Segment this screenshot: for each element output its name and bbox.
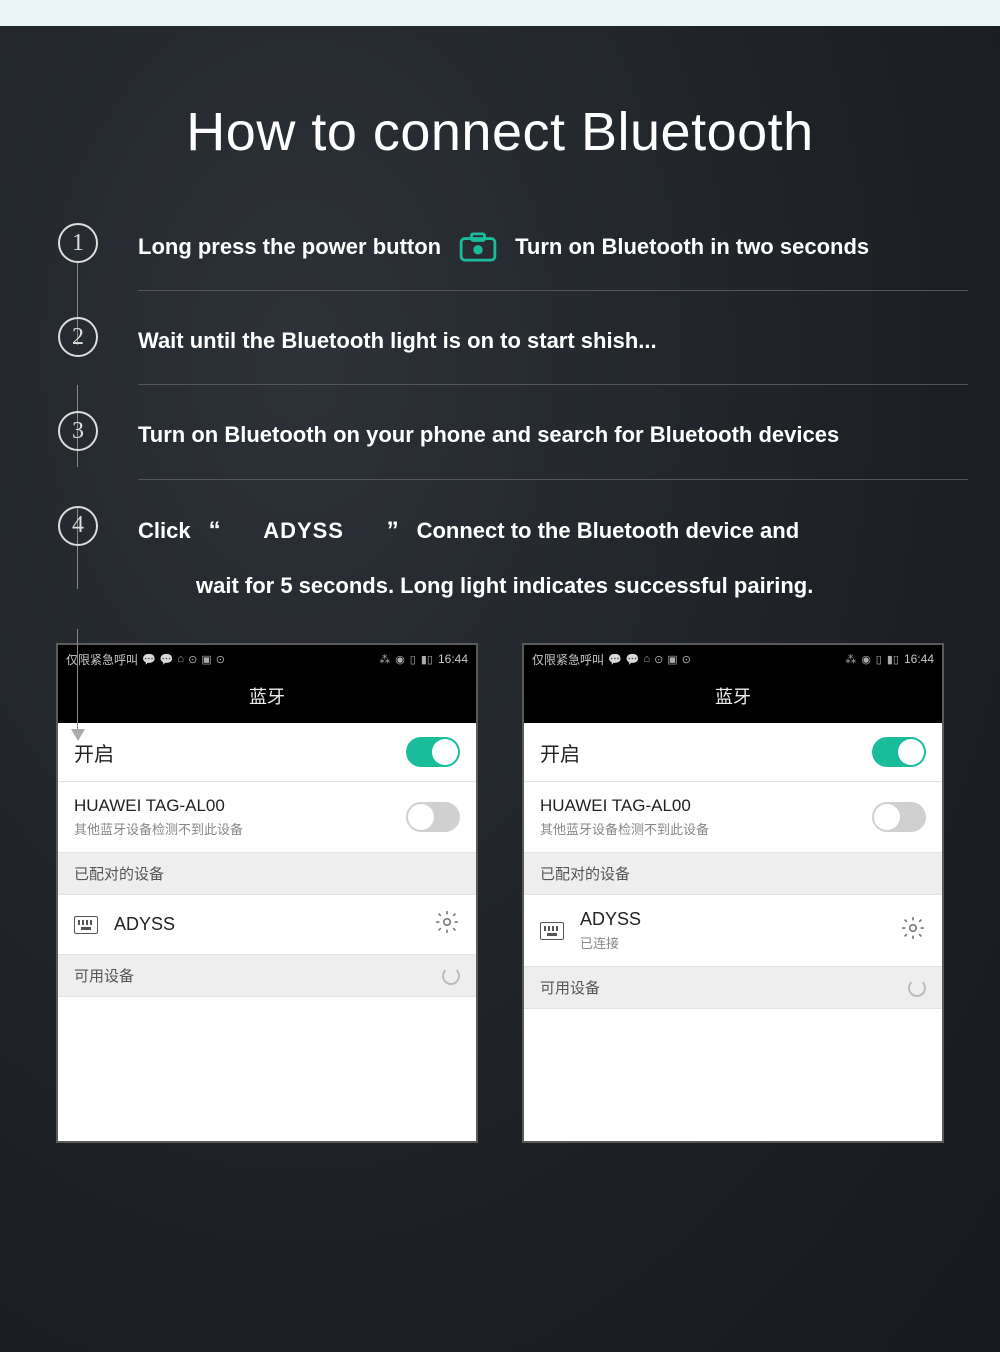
phone-screenshot-right: 仅限紧急呼叫 💬 💬 ⌂ ⊙ ▣ ⊙ ⁂ ◉ ▯ ▮▯ 16:44 蓝牙 bbox=[522, 643, 944, 1143]
row-label: 开启 bbox=[540, 738, 580, 767]
step-text: Turn on Bluetooth in two seconds bbox=[515, 229, 869, 264]
device-name-row[interactable]: HUAWEI TAG-AL00 其他蓝牙设备检测不到此设备 bbox=[524, 782, 942, 853]
step-number: 2 bbox=[58, 317, 98, 357]
row-subtext: 其他蓝牙设备检测不到此设备 bbox=[540, 819, 709, 838]
screen-title: 蓝牙 bbox=[524, 673, 942, 723]
notif-icon: ⌂ bbox=[177, 653, 184, 665]
gear-icon[interactable] bbox=[434, 909, 460, 940]
notif-icon: 💬 bbox=[142, 653, 156, 666]
quote-open: “ bbox=[209, 512, 221, 550]
step-text: Long press the power button bbox=[138, 229, 441, 264]
gear-icon[interactable] bbox=[900, 915, 926, 946]
battery-icon: ▮▯ bbox=[887, 653, 899, 666]
signal-icon: ▯ bbox=[410, 653, 416, 666]
paired-header: 已配对的设备 bbox=[58, 853, 476, 895]
status-time: 16:44 bbox=[904, 652, 934, 666]
battery-icon: ▮▯ bbox=[421, 653, 433, 666]
statusbar: 仅限紧急呼叫 💬 💬 ⌂ ⊙ ▣ ⊙ ⁂ ◉ ▯ ▮▯ 16:44 bbox=[524, 645, 942, 673]
status-time: 16:44 bbox=[438, 652, 468, 666]
keyboard-icon bbox=[74, 916, 98, 934]
row-label: 开启 bbox=[74, 738, 114, 767]
bluetooth-icon: ⁂ bbox=[845, 653, 856, 666]
paired-header: 已配对的设备 bbox=[524, 853, 942, 895]
step-number: 1 bbox=[58, 223, 98, 263]
available-header: 可用设备 bbox=[58, 955, 476, 997]
empty-space bbox=[58, 997, 476, 1141]
status-text: 仅限紧急呼叫 bbox=[532, 651, 604, 668]
keyboard-icon bbox=[540, 922, 564, 940]
step-text: wait for 5 seconds. Long light indicates… bbox=[58, 568, 1000, 603]
notif-icon: 💬 bbox=[608, 653, 622, 666]
signal-icon: ▯ bbox=[876, 653, 882, 666]
bluetooth-icon: ⁂ bbox=[379, 653, 390, 666]
section-label: 已配对的设备 bbox=[74, 863, 164, 884]
loading-icon bbox=[908, 979, 926, 997]
step-2: 2 Wait until the Bluetooth light is on t… bbox=[58, 317, 1000, 358]
wifi-icon: ◉ bbox=[395, 653, 405, 666]
screen-title: 蓝牙 bbox=[58, 673, 476, 723]
toggle-on[interactable] bbox=[406, 737, 460, 767]
divider bbox=[138, 479, 968, 480]
arrow-down-icon bbox=[71, 729, 85, 741]
device-name-row[interactable]: HUAWEI TAG-AL00 其他蓝牙设备检测不到此设备 bbox=[58, 782, 476, 853]
notif-icon: ⊙ bbox=[654, 653, 663, 666]
bluetooth-enable-row[interactable]: 开启 bbox=[524, 723, 942, 782]
toggle-off[interactable] bbox=[406, 802, 460, 832]
notif-icon: ⌂ bbox=[643, 653, 650, 665]
phone-screenshot-left: 仅限紧急呼叫 💬 💬 ⌂ ⊙ ▣ ⊙ ⁂ ◉ ▯ ▮▯ 16:44 蓝牙 bbox=[56, 643, 478, 1143]
paired-device-row[interactable]: ADYSS bbox=[58, 895, 476, 955]
notif-icon: ⊙ bbox=[216, 653, 225, 666]
loading-icon bbox=[442, 967, 460, 985]
step-text: Turn on Bluetooth on your phone and sear… bbox=[138, 422, 839, 447]
wifi-icon: ◉ bbox=[861, 653, 871, 666]
step-text: Click bbox=[138, 513, 191, 548]
device-status: 已连接 bbox=[580, 933, 641, 952]
notif-icon: ▣ bbox=[667, 653, 677, 666]
section-label: 可用设备 bbox=[540, 977, 600, 998]
step-text: Connect to the Bluetooth device and bbox=[417, 513, 800, 548]
section-label: 已配对的设备 bbox=[540, 863, 630, 884]
phone-screenshots: 仅限紧急呼叫 💬 💬 ⌂ ⊙ ▣ ⊙ ⁂ ◉ ▯ ▮▯ 16:44 蓝牙 bbox=[0, 603, 1000, 1143]
row-label: HUAWEI TAG-AL00 bbox=[74, 796, 243, 816]
available-header: 可用设备 bbox=[524, 967, 942, 1009]
row-label: HUAWEI TAG-AL00 bbox=[540, 796, 709, 816]
bluetooth-enable-row[interactable]: 开启 bbox=[58, 723, 476, 782]
statusbar: 仅限紧急呼叫 💬 💬 ⌂ ⊙ ▣ ⊙ ⁂ ◉ ▯ ▮▯ 16:44 bbox=[58, 645, 476, 673]
empty-space bbox=[524, 1009, 942, 1141]
steps-list: 1 Long press the power button Turn on Bl… bbox=[0, 223, 1000, 603]
device-label: ADYSS bbox=[580, 909, 641, 930]
section-label: 可用设备 bbox=[74, 965, 134, 986]
camera-icon bbox=[459, 232, 497, 262]
row-subtext: 其他蓝牙设备检测不到此设备 bbox=[74, 819, 243, 838]
toggle-off[interactable] bbox=[872, 802, 926, 832]
page-title: How to connect Bluetooth bbox=[0, 26, 1000, 163]
step-3: 3 Turn on Bluetooth on your phone and se… bbox=[58, 411, 1000, 452]
quote-close: ” bbox=[387, 512, 399, 550]
divider bbox=[138, 384, 968, 385]
paired-device-row[interactable]: ADYSS 已连接 bbox=[524, 895, 942, 967]
toggle-on[interactable] bbox=[872, 737, 926, 767]
notif-icon: ▣ bbox=[201, 653, 211, 666]
step-1: 1 Long press the power button Turn on Bl… bbox=[58, 223, 1000, 264]
notif-icon: ⊙ bbox=[682, 653, 691, 666]
step-4: 4 Click “ ADYSS ” Connect to the Bluetoo… bbox=[58, 506, 1000, 550]
instruction-page: How to connect Bluetooth 1 Long press th… bbox=[0, 26, 1000, 1352]
divider bbox=[138, 290, 968, 291]
step-text: Wait until the Bluetooth light is on to … bbox=[138, 328, 657, 353]
notif-icon: ⊙ bbox=[188, 653, 197, 666]
notif-icon: 💬 bbox=[160, 653, 174, 666]
notif-icon: 💬 bbox=[626, 653, 640, 666]
device-name: ADYSS bbox=[239, 513, 369, 548]
step-number: 3 bbox=[58, 411, 98, 451]
step-number: 4 bbox=[58, 506, 98, 546]
connector-line bbox=[77, 629, 78, 729]
device-label: ADYSS bbox=[114, 914, 175, 935]
